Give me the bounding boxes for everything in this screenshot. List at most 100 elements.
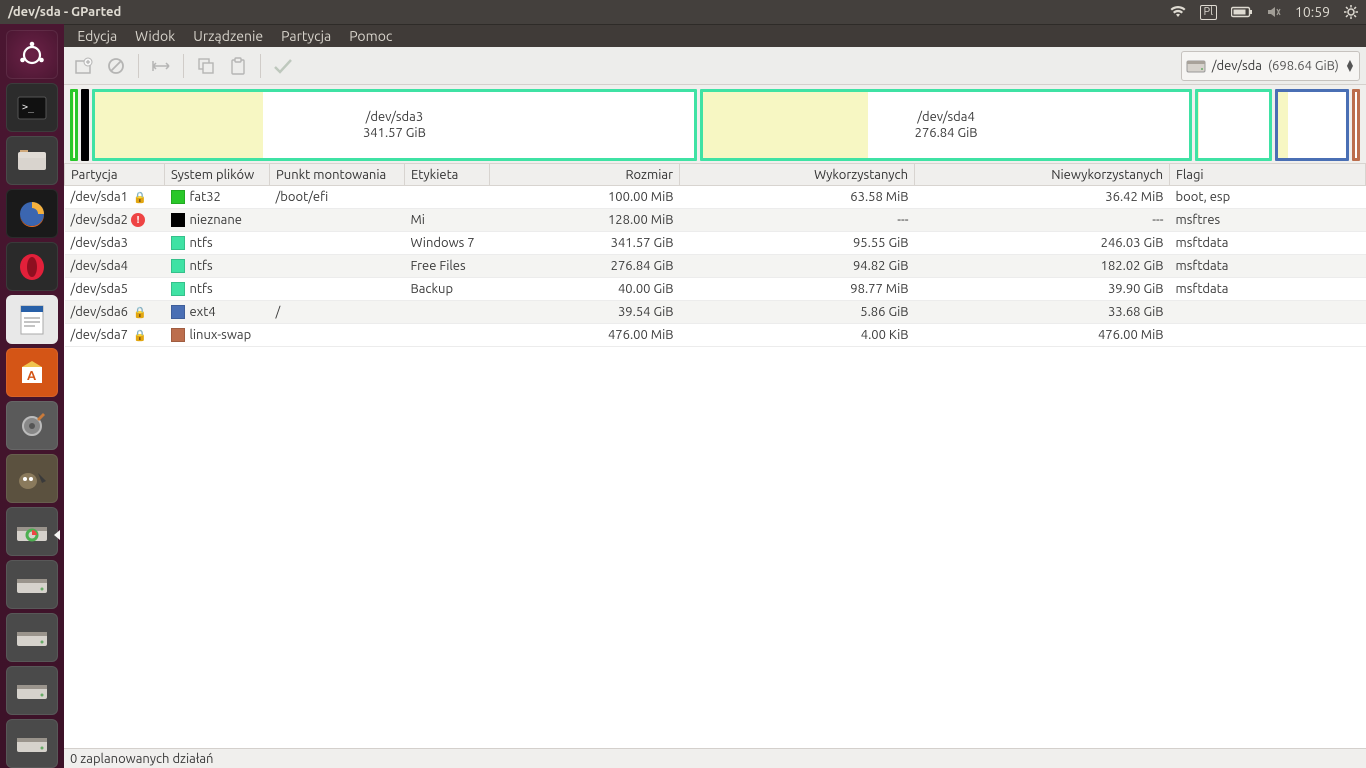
cell-flags: msftdata <box>1170 232 1366 255</box>
copy-button[interactable] <box>192 52 220 80</box>
col-size[interactable]: Rozmiar <box>490 164 680 186</box>
cell-partition: /dev/sda4 <box>65 255 165 278</box>
graph-sda6[interactable] <box>1275 89 1349 161</box>
cell-size: 39.54 GiB <box>490 301 680 324</box>
col-mount[interactable]: Punkt montowania <box>270 164 405 186</box>
lock-icon: 🔒 <box>133 192 147 204</box>
status-text: 0 zaplanowanych działań <box>70 752 213 766</box>
svg-text:>_: >_ <box>22 102 35 113</box>
delete-partition-button[interactable] <box>102 52 130 80</box>
cell-fs: ntfs <box>165 255 270 278</box>
menu-partition[interactable]: Partycja <box>281 28 331 44</box>
cell-partition: /dev/sda7 🔒 <box>65 324 165 347</box>
cell-used: 4.00 KiB <box>680 324 915 347</box>
cell-label: Mi <box>405 209 490 232</box>
cell-label: Free Files <box>405 255 490 278</box>
cell-mount: /boot/efi <box>270 186 405 209</box>
launcher-ubuntu[interactable] <box>6 30 58 79</box>
cell-label <box>405 301 490 324</box>
menu-bar: GParted Edycja Widok Urządzenie Partycja… <box>0 24 1366 47</box>
table-row[interactable]: /dev/sda2 ! nieznaneMi128.00 MiB------ms… <box>65 209 1366 232</box>
graph-sda3[interactable]: /dev/sda3341.57 GiB <box>92 89 697 161</box>
table-row[interactable]: /dev/sda3 ntfsWindows 7341.57 GiB95.55 G… <box>65 232 1366 255</box>
graph-sda7[interactable] <box>1352 89 1360 161</box>
new-partition-button[interactable] <box>70 52 98 80</box>
cell-label <box>405 186 490 209</box>
cell-partition: /dev/sda5 <box>65 278 165 301</box>
launcher-terminal[interactable]: >_ <box>6 83 58 132</box>
volume-icon[interactable] <box>1267 6 1281 18</box>
table-row[interactable]: /dev/sda6 🔒 ext4/39.54 GiB5.86 GiB33.68 … <box>65 301 1366 324</box>
apply-button[interactable] <box>269 52 297 80</box>
cell-unused: 246.03 GiB <box>915 232 1170 255</box>
cell-partition: /dev/sda6 🔒 <box>65 301 165 324</box>
cell-size: 341.57 GiB <box>490 232 680 255</box>
launcher-opera[interactable] <box>6 242 58 291</box>
launcher-drive-2[interactable] <box>6 613 58 662</box>
launcher-drive-3[interactable] <box>6 666 58 715</box>
device-selector[interactable]: /dev/sda (698.64 GiB) ▲▼ <box>1181 51 1360 81</box>
cell-fs: linux-swap <box>165 324 270 347</box>
launcher-gimp[interactable] <box>6 454 58 503</box>
cell-flags <box>1170 324 1366 347</box>
device-path: /dev/sda <box>1212 59 1262 73</box>
cell-used: 98.77 MiB <box>680 278 915 301</box>
window-title: /dev/sda - GParted <box>8 5 121 19</box>
cell-mount <box>270 232 405 255</box>
chevron-spinner-icon: ▲▼ <box>1347 60 1353 72</box>
menu-edit[interactable]: Edycja <box>77 28 117 44</box>
clock[interactable]: 10:59 <box>1295 4 1330 20</box>
cell-flags: msftdata <box>1170 255 1366 278</box>
device-size: (698.64 GiB) <box>1268 59 1339 73</box>
cell-size: 476.00 MiB <box>490 324 680 347</box>
unity-launcher: >_ A <box>0 24 64 768</box>
col-used[interactable]: Wykorzystanych <box>680 164 915 186</box>
lock-icon: 🔒 <box>133 330 147 342</box>
launcher-gparted[interactable] <box>6 507 58 556</box>
launcher-writer[interactable] <box>6 295 58 344</box>
top-panel: /dev/sda - GParted Pl 10:59 <box>0 0 1366 24</box>
graph-sda1[interactable] <box>70 89 78 161</box>
battery-icon[interactable] <box>1231 6 1253 18</box>
launcher-drive-4[interactable] <box>6 719 58 768</box>
menu-help[interactable]: Pomoc <box>349 28 392 44</box>
cell-partition: /dev/sda2 ! <box>65 209 165 232</box>
cell-size: 128.00 MiB <box>490 209 680 232</box>
cell-used: 5.86 GiB <box>680 301 915 324</box>
col-flags[interactable]: Flagi <box>1170 164 1366 186</box>
col-label[interactable]: Etykieta <box>405 164 490 186</box>
gear-icon[interactable] <box>1344 5 1358 19</box>
col-partition[interactable]: Partycja <box>65 164 165 186</box>
cell-unused: --- <box>915 209 1170 232</box>
graph-sda4[interactable]: /dev/sda4276.84 GiB <box>700 89 1192 161</box>
table-row[interactable]: /dev/sda4 ntfsFree Files276.84 GiB94.82 … <box>65 255 1366 278</box>
partition-graph: /dev/sda3341.57 GiB /dev/sda4276.84 GiB <box>64 85 1366 163</box>
graph-sda5[interactable] <box>1195 89 1271 161</box>
col-fs[interactable]: System plików <box>165 164 270 186</box>
keyboard-layout-indicator[interactable]: Pl <box>1200 5 1217 20</box>
launcher-software[interactable]: A <box>6 348 58 397</box>
gparted-window: /dev/sda (698.64 GiB) ▲▼ /dev/sda3341.57… <box>64 47 1366 768</box>
cell-fs: ext4 <box>165 301 270 324</box>
graph-sda2[interactable] <box>81 89 89 161</box>
table-row[interactable]: /dev/sda5 ntfsBackup40.00 GiB98.77 MiB39… <box>65 278 1366 301</box>
menu-view[interactable]: Widok <box>135 28 175 44</box>
paste-button[interactable] <box>224 52 252 80</box>
col-unused[interactable]: Niewykorzystanych <box>915 164 1170 186</box>
cell-flags: msftres <box>1170 209 1366 232</box>
menu-device[interactable]: Urządzenie <box>193 28 263 44</box>
partition-table[interactable]: Partycja System plików Punkt montowania … <box>64 163 1366 748</box>
resize-button[interactable] <box>147 52 175 80</box>
table-header-row: Partycja System plików Punkt montowania … <box>65 164 1366 186</box>
launcher-firefox[interactable] <box>6 189 58 238</box>
table-row[interactable]: /dev/sda7 🔒 linux-swap 476.00 MiB4.00 KiB… <box>65 324 1366 347</box>
status-bar: 0 zaplanowanych działań <box>64 748 1366 768</box>
cell-used: 95.55 GiB <box>680 232 915 255</box>
cell-label: Backup <box>405 278 490 301</box>
launcher-settings[interactable] <box>6 401 58 450</box>
launcher-drive-1[interactable] <box>6 560 58 609</box>
cell-fs: ntfs <box>165 278 270 301</box>
wifi-icon[interactable] <box>1170 6 1186 18</box>
launcher-files[interactable] <box>6 136 58 185</box>
table-row[interactable]: /dev/sda1 🔒 fat32/boot/efi100.00 MiB63.5… <box>65 186 1366 209</box>
